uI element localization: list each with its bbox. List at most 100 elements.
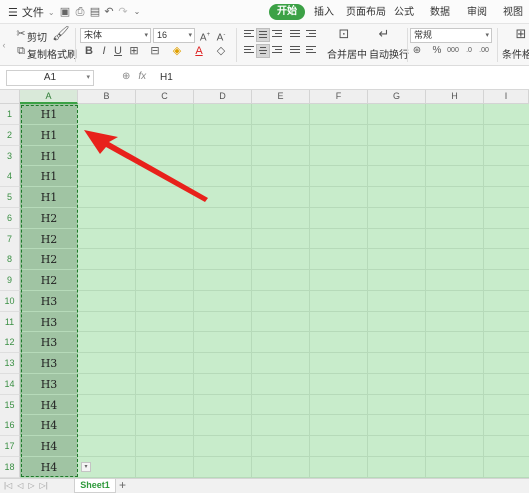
row-header-2[interactable]: 2 xyxy=(0,124,20,146)
grid-vline xyxy=(135,104,136,478)
row-header-1[interactable]: 1 xyxy=(0,104,20,125)
sheet-tab-sheet1[interactable]: Sheet1 xyxy=(74,479,116,493)
tab-formulas[interactable]: 公式 xyxy=(394,5,414,20)
print-preview-icon[interactable]: ▤ xyxy=(88,5,102,19)
clear-format-icon[interactable]: ◇ xyxy=(214,44,228,58)
formula-input[interactable]: H1 xyxy=(156,70,526,86)
column-header-h[interactable]: H xyxy=(426,90,484,104)
column-header-b[interactable]: B xyxy=(78,90,136,104)
row-header-13[interactable]: 13 xyxy=(0,353,20,374)
column-header-a[interactable]: A xyxy=(20,90,78,104)
merge-center-button[interactable]: 合并居中 xyxy=(327,46,367,61)
distributed-icon[interactable] xyxy=(288,44,302,58)
tab-view[interactable]: 视图 xyxy=(503,5,523,20)
name-box-value: A1 xyxy=(43,72,57,83)
row-header-12[interactable]: 12 xyxy=(0,332,20,354)
prev-sheet-icon[interactable]: ◁ xyxy=(17,481,23,490)
increase-decimal-icon[interactable]: .0 xyxy=(462,44,476,58)
row-header-5[interactable]: 5 xyxy=(0,187,20,208)
next-sheet-icon[interactable]: ▷ xyxy=(28,481,34,490)
paste-options-icon[interactable]: ▾ xyxy=(81,462,91,472)
cell-grid[interactable]: H1 H1 H1 H1 H1 H2 H2 H2 H2 H3 H3 H3 H3 H3 H4 H4 H4 H4 ▾ xyxy=(20,104,529,478)
column-header-c[interactable]: C xyxy=(136,90,194,104)
column-header-f[interactable]: F xyxy=(310,90,368,104)
tab-insert[interactable]: 插入 xyxy=(314,5,334,20)
align-left-icon[interactable] xyxy=(242,44,256,58)
tab-page-layout[interactable]: 页面布局 xyxy=(346,5,386,20)
decrease-font-icon[interactable]: A- xyxy=(214,28,228,43)
outdent-icon[interactable] xyxy=(304,44,318,58)
row-header-7[interactable]: 7 xyxy=(0,228,20,250)
row-header-11[interactable]: 11 xyxy=(0,311,20,333)
undo-icon[interactable]: ↶ xyxy=(102,5,116,19)
row-header-3[interactable]: 3 xyxy=(0,145,20,167)
wrap-text-button[interactable]: 自动换行 xyxy=(369,46,409,61)
column-header-e[interactable]: E xyxy=(252,90,310,104)
column-header-d[interactable]: D xyxy=(194,90,252,104)
row-header-4[interactable]: 4 xyxy=(0,166,20,188)
row-header-6[interactable]: 6 xyxy=(0,207,20,229)
save-icon[interactable]: ▣ xyxy=(58,5,72,19)
align-justify-icon[interactable] xyxy=(288,28,302,42)
format-painter-button[interactable]: 格式刷 xyxy=(47,46,77,61)
row-header-8[interactable]: 8 xyxy=(0,249,20,271)
font-size-select[interactable]: 16 ▾ xyxy=(153,28,195,43)
cell-style-icon[interactable]: ⊟ xyxy=(148,44,162,58)
align-right-icon[interactable] xyxy=(270,44,284,58)
align-top-icon[interactable] xyxy=(242,28,256,42)
select-all-corner[interactable] xyxy=(0,90,20,104)
customize-chevron-icon[interactable]: ⌄ xyxy=(130,5,144,19)
add-sheet-icon[interactable]: + xyxy=(119,479,126,492)
zoom-icon[interactable]: ⊕ xyxy=(122,71,130,82)
row-header-18[interactable]: 18 xyxy=(0,456,20,478)
tab-data[interactable]: 数据 xyxy=(430,5,450,20)
cut-button[interactable]: 剪切 xyxy=(27,29,47,44)
ribbon-left-scroll-icon[interactable]: ‹ xyxy=(0,38,8,52)
copy-button[interactable]: 复制 xyxy=(27,46,47,61)
row-header-15[interactable]: 15 xyxy=(0,394,20,416)
borders-icon[interactable]: ⊞ xyxy=(127,44,141,58)
number-format-select[interactable]: 常规 ▾ xyxy=(410,28,492,43)
tab-review[interactable]: 审阅 xyxy=(467,5,487,20)
formula-bar: A1 ▾ ⊕ fx H1 xyxy=(0,66,529,90)
indent-icon[interactable] xyxy=(304,28,318,42)
underline-icon[interactable]: U xyxy=(111,44,125,58)
row-header-17[interactable]: 17 xyxy=(0,436,20,457)
grid-hline xyxy=(20,455,529,457)
row-header-16[interactable]: 16 xyxy=(0,415,20,437)
tab-home[interactable]: 开始 xyxy=(269,4,305,20)
font-name-select[interactable]: 宋体 ▾ xyxy=(80,28,151,43)
bold-icon[interactable]: B xyxy=(82,44,96,58)
first-sheet-icon[interactable]: |◁ xyxy=(4,481,12,490)
print-icon[interactable]: ⎙ xyxy=(73,5,87,19)
grid-hline xyxy=(20,165,529,167)
align-bottom-icon[interactable] xyxy=(270,28,284,42)
decrease-decimal-icon[interactable]: .00 xyxy=(477,44,491,58)
column-header-i[interactable]: I xyxy=(484,90,529,104)
align-middle-icon[interactable] xyxy=(256,28,270,42)
file-menu[interactable]: ☰ 文件 ⌄ xyxy=(8,5,55,20)
increase-font-icon[interactable]: A+ xyxy=(198,28,212,43)
percent-icon[interactable]: % xyxy=(430,44,444,58)
italic-icon[interactable]: I xyxy=(97,44,111,58)
conditional-format-button[interactable]: 条件格式 xyxy=(502,46,529,61)
align-center-icon[interactable] xyxy=(256,44,270,58)
currency-icon[interactable]: ⊛ xyxy=(410,44,424,58)
row-header-10[interactable]: 10 xyxy=(0,290,20,312)
grid-hline xyxy=(20,393,529,395)
redo-icon[interactable]: ↷ xyxy=(116,5,130,19)
fx-icon[interactable]: fx xyxy=(138,71,146,82)
grid-hline xyxy=(20,310,529,312)
name-box[interactable]: A1 ▾ xyxy=(6,70,94,86)
grid-hline xyxy=(20,435,529,436)
font-color-icon[interactable]: A xyxy=(192,44,206,58)
grid-hline xyxy=(20,269,529,270)
ribbon: ‹ ✂ 剪切 ⧉ 复制 🖌 格式刷 宋体 ▾ 16 ▾ A+ A- B I U … xyxy=(0,24,529,66)
chevron-down-icon: ▾ xyxy=(485,32,489,39)
fill-color-icon[interactable]: ◈ xyxy=(170,44,184,58)
row-header-9[interactable]: 9 xyxy=(0,270,20,291)
column-header-g[interactable]: G xyxy=(368,90,426,104)
thousands-icon[interactable]: 000 xyxy=(445,44,461,58)
last-sheet-icon[interactable]: ▷| xyxy=(40,481,48,490)
row-header-14[interactable]: 14 xyxy=(0,373,20,395)
